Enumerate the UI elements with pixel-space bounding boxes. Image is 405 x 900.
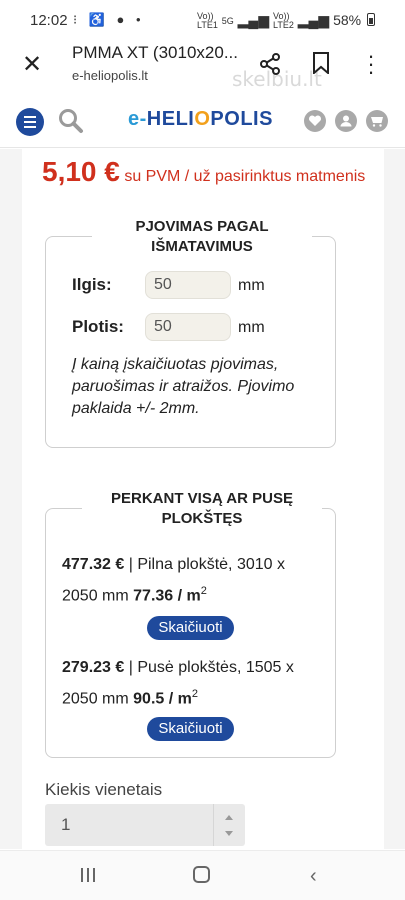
site-logo[interactable]: e-HELIOPOLIS <box>128 108 273 131</box>
favorites-icon[interactable] <box>304 110 326 132</box>
status-bar: 12:02 ⁝ ♿ ● • Vo)) LTE1 5G ▂▄▆ Vo)) LTE2 ▂… <box>0 0 405 40</box>
notification-icons: ⁝ ♿ ● • <box>73 12 145 27</box>
page-url: e-heliopolis.lt <box>72 68 148 83</box>
cart-icon[interactable] <box>366 110 388 132</box>
quantity-value: 1 <box>61 815 71 834</box>
price-amount: 5,10 € <box>42 156 120 187</box>
page-title: PMMA XT (3010x20... <box>72 43 238 62</box>
volte-1-icon: Vo)) LTE1 <box>197 11 218 31</box>
signal-2-icon: ▂▄▆ <box>297 12 330 28</box>
battery-icon <box>367 13 375 26</box>
price-suffix: su PVM / už pasirinktus matmenis <box>124 168 366 185</box>
status-right: Vo)) LTE1 5G ▂▄▆ Vo)) LTE2 ▂▄▆ 58% <box>197 12 375 30</box>
status-time: 12:02 <box>30 12 68 29</box>
home-icon[interactable] <box>193 866 210 883</box>
length-label: Ilgis: <box>72 275 112 294</box>
cutting-title: PJOVIMAS PAGAL IŠMATAVIMUS <box>92 217 312 257</box>
cutting-note: Į kainą įskaičiuotas pjovimas, paruošima… <box>72 356 295 417</box>
half-sheet-offer: 279.23 € | Pusė plokštės, 1505 x 2050 mm… <box>62 659 294 708</box>
volte-2-icon: Vo)) LTE2 <box>273 11 294 31</box>
signal-icon: ▂▄▆ <box>237 12 270 28</box>
width-unit: mm <box>238 319 265 336</box>
full-sheet-offer: 477.32 € | Pilna plokštė, 3010 x 2050 mm… <box>62 556 285 605</box>
recent-apps-icon[interactable] <box>81 868 97 882</box>
price-line: 5,10 € su PVM / už pasirinktus matmenis <box>42 156 365 188</box>
calculate-full-button[interactable]: Skaičiuoti <box>147 616 234 640</box>
spinner-down-icon[interactable] <box>225 831 233 836</box>
menu-icon[interactable] <box>16 108 44 136</box>
close-icon[interactable]: ✕ <box>22 50 42 79</box>
back-icon[interactable]: ‹ <box>310 865 317 888</box>
share-icon[interactable] <box>258 52 282 76</box>
more-icon[interactable]: · · · <box>364 45 378 83</box>
calculate-half-button[interactable]: Skaičiuoti <box>147 717 234 741</box>
sheets-title: PERKANT VISĄ AR PUSĘ PLOKŠTĘS <box>82 489 322 529</box>
length-unit: mm <box>238 277 265 294</box>
width-input[interactable]: 50 <box>145 313 231 341</box>
system-nav-bar: ‹ <box>0 850 405 900</box>
bookmark-icon[interactable] <box>312 52 330 74</box>
quantity-stepper[interactable]: 1 <box>45 804 245 846</box>
length-input[interactable]: 50 <box>145 271 231 299</box>
quantity-spinner[interactable] <box>213 804 245 846</box>
search-icon[interactable] <box>58 108 84 134</box>
user-icon[interactable] <box>335 110 357 132</box>
battery-percent: 58% <box>333 12 362 28</box>
5g-icon: 5G <box>221 15 234 26</box>
quantity-label: Kiekis vienetais <box>45 780 163 799</box>
width-label: Plotis: <box>72 317 124 336</box>
browser-toolbar: ✕ PMMA XT (3010x20... e-heliopolis.lt sk… <box>0 40 405 91</box>
spinner-up-icon[interactable] <box>225 815 233 820</box>
